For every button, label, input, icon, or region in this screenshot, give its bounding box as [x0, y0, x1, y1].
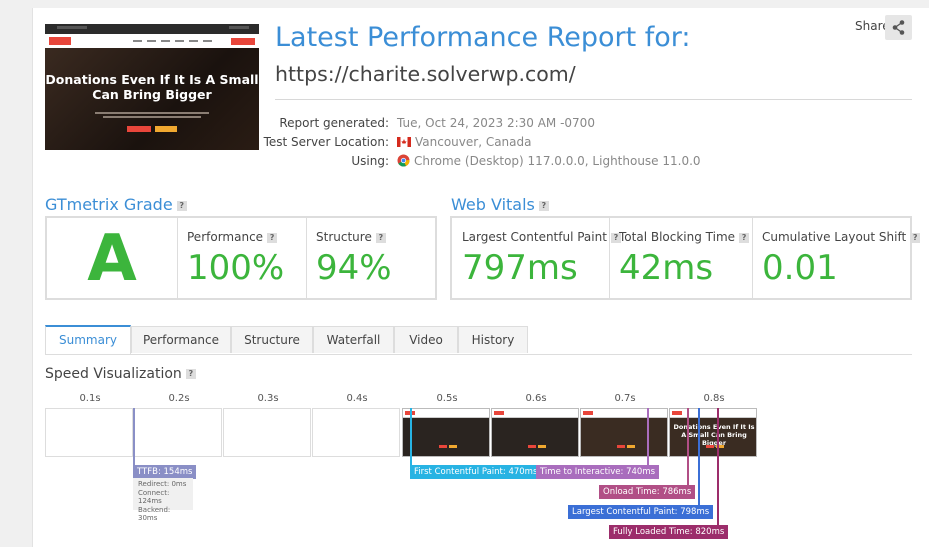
report-tabs: Summary Performance Structure Waterfall …: [45, 325, 912, 355]
tab-video[interactable]: Video: [394, 326, 458, 353]
tab-summary[interactable]: Summary: [45, 325, 131, 354]
timeline-tick: 0.1s: [79, 393, 101, 404]
ttfb-backend: Backend: 30ms: [138, 505, 171, 523]
using-value: Chrome (Desktop) 117.0.0.0, Lighthouse 1…: [397, 154, 701, 168]
timeline-tick: 0.8s: [703, 393, 725, 404]
chrome-icon: [397, 154, 410, 167]
filmstrip-frame[interactable]: [134, 408, 222, 457]
site-screenshot-thumbnail[interactable]: Donations Even If It Is A Small Can Brin…: [45, 24, 259, 150]
help-icon[interactable]: ?: [185, 369, 196, 379]
fcp-label: First Contentful Paint: 470ms: [410, 465, 542, 479]
ttfb-label: TTFB: 154ms: [133, 465, 197, 479]
location-value: Vancouver, Canada: [397, 135, 532, 149]
filmstrip-frame[interactable]: [491, 408, 579, 457]
location-text: Vancouver, Canada: [415, 135, 532, 149]
filmstrip-frame[interactable]: [45, 408, 133, 457]
tti-label: Time to Interactive: 740ms: [536, 465, 660, 479]
ttfb-marker: [133, 408, 135, 470]
performance-value: 100%: [187, 248, 285, 288]
header-divider: [275, 99, 912, 100]
help-icon[interactable]: ?: [375, 232, 386, 243]
speed-visualization-heading: Speed Visualization?: [45, 366, 196, 382]
tab-structure[interactable]: Structure: [231, 326, 313, 353]
structure-value: 94%: [316, 248, 392, 288]
help-icon[interactable]: ?: [739, 232, 750, 243]
ttfb-connect: Connect: 124ms: [138, 488, 170, 506]
tti-marker: [647, 408, 649, 470]
performance-label: Performance?: [187, 230, 278, 244]
tab-history[interactable]: History: [458, 326, 528, 353]
timeline-tick: 0.6s: [525, 393, 547, 404]
lcp-marker: [698, 408, 700, 510]
filmstrip-frame[interactable]: [312, 408, 400, 457]
structure-label: Structure?: [316, 230, 386, 244]
share-button[interactable]: [885, 15, 912, 40]
generated-value: Tue, Oct 24, 2023 2:30 AM -0700: [397, 116, 595, 130]
using-label: Using:: [351, 154, 389, 168]
gtmetrix-grade-heading: GTmetrix Grade?: [45, 195, 187, 214]
ttfb-redirect: Redirect: 0ms: [138, 480, 187, 488]
web-vitals-heading: Web Vitals?: [451, 195, 549, 214]
report-url[interactable]: https://charite.solverwp.com/: [275, 62, 576, 86]
share-icon: [892, 20, 905, 35]
help-icon[interactable]: ?: [538, 200, 549, 211]
help-icon[interactable]: ?: [910, 232, 921, 243]
fully-loaded-marker: [717, 408, 719, 530]
tab-waterfall[interactable]: Waterfall: [313, 326, 394, 353]
report-card: Donations Even If It Is A Small Can Brin…: [32, 8, 929, 547]
filmstrip-frame[interactable]: Donations Even If It Is A Small Can Brin…: [669, 408, 757, 457]
lcp-value: 797ms: [462, 248, 578, 288]
site-logo: [49, 37, 71, 45]
filmstrip-frame[interactable]: [580, 408, 668, 457]
performance-cell: Performance? 100%: [177, 218, 307, 298]
location-label: Test Server Location:: [263, 135, 389, 149]
lcp-cell: Largest Contentful Paint? 797ms: [452, 218, 621, 298]
tbt-cell: Total Blocking Time? 42ms: [609, 218, 753, 298]
web-vitals-panel: Largest Contentful Paint? 797ms Total Bl…: [450, 216, 921, 300]
timeline-tick: 0.3s: [257, 393, 279, 404]
page-title: Latest Performance Report for:: [275, 22, 691, 53]
filmstrip-frame[interactable]: [402, 408, 490, 457]
cls-cell: Cumulative Layout Shift? 0.01: [752, 218, 921, 298]
timeline-tick: 0.7s: [614, 393, 636, 404]
generated-label: Report generated:: [279, 116, 389, 130]
help-icon[interactable]: ?: [176, 200, 187, 211]
lcp-label: Largest Contentful Paint?: [462, 230, 621, 244]
timeline-tick: 0.4s: [346, 393, 368, 404]
tbt-value: 42ms: [619, 248, 714, 288]
tab-performance[interactable]: Performance: [131, 326, 231, 353]
timeline-tick: 0.2s: [168, 393, 190, 404]
grade-letter: A: [87, 222, 137, 296]
lcp-timeline-label: Largest Contentful Paint: 798ms: [568, 505, 714, 519]
frame-headline: Donations Even If It Is A Small Can Brin…: [673, 423, 755, 447]
tbt-label: Total Blocking Time?: [619, 230, 750, 244]
cls-label: Cumulative Layout Shift?: [762, 230, 921, 244]
ttfb-detail: Redirect: 0ms Connect: 124ms Backend: 30…: [133, 478, 193, 522]
grade-panel: A Performance? 100% Structure? 94%: [45, 216, 437, 300]
structure-cell: Structure? 94%: [306, 218, 435, 298]
grade-letter-cell: A: [47, 218, 178, 298]
fcp-marker: [410, 408, 412, 470]
cls-value: 0.01: [762, 248, 838, 288]
help-icon[interactable]: ?: [267, 232, 278, 243]
using-text: Chrome (Desktop) 117.0.0.0, Lighthouse 1…: [414, 154, 701, 168]
canada-flag-icon: [397, 137, 411, 147]
onload-marker: [687, 408, 689, 490]
timeline-tick: 0.5s: [436, 393, 458, 404]
fully-loaded-label: Fully Loaded Time: 820ms: [609, 525, 729, 539]
thumbnail-headline: Donations Even If It Is A Small Can Brin…: [45, 72, 259, 102]
onload-label: Onload Time: 786ms: [599, 485, 696, 499]
filmstrip-frame[interactable]: [223, 408, 311, 457]
